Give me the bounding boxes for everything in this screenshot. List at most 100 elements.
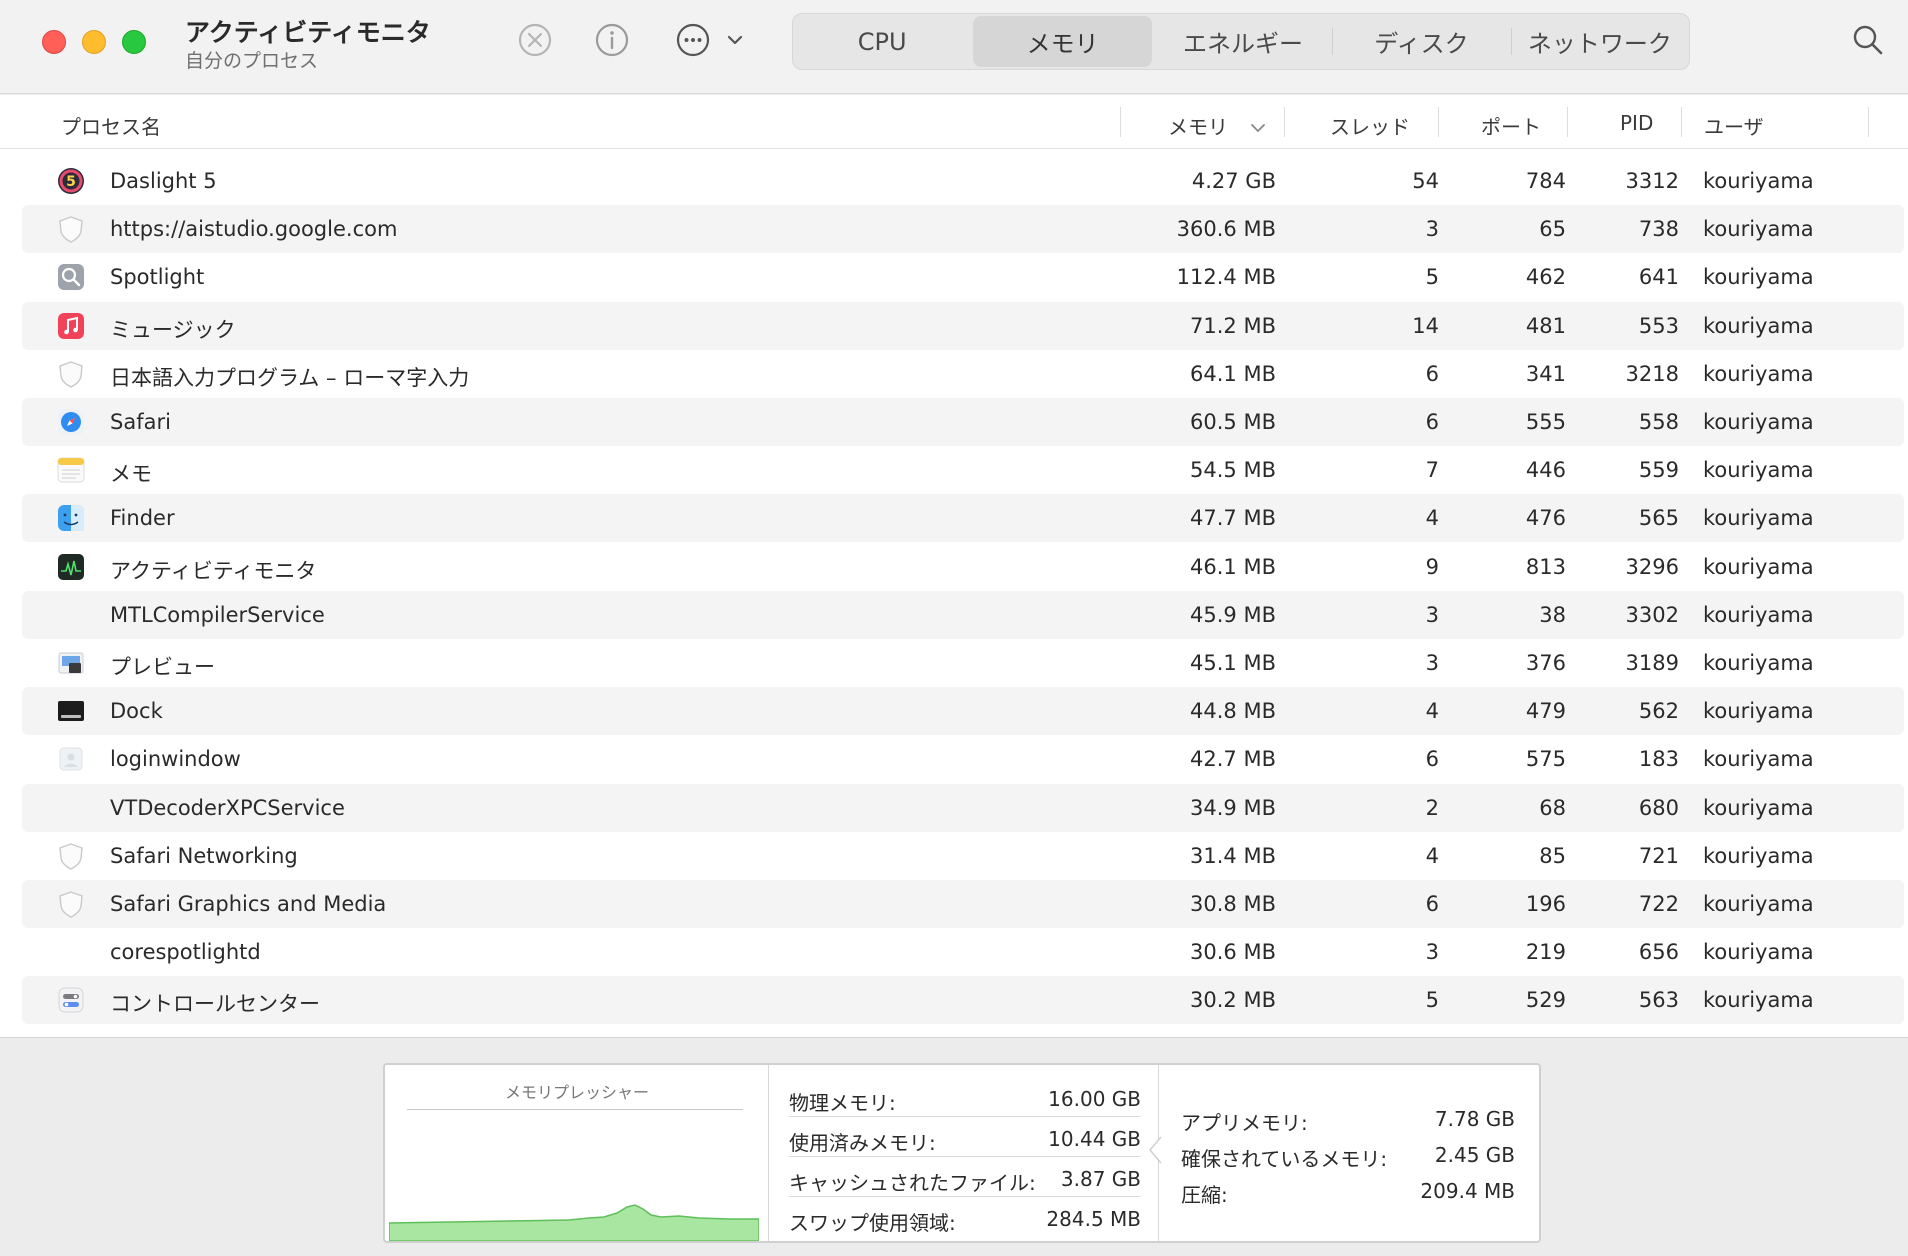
process-name: 日本語入力プログラム – ローマ字入力 [110, 365, 470, 390]
user-value: kouriyama [1703, 651, 1814, 675]
table-row[interactable]: Safari Networking 31.4 MB 4 85 721 kouriyama [22, 832, 1904, 880]
tab-disk[interactable]: ディスク [1332, 14, 1510, 69]
user-value: kouriyama [1703, 892, 1814, 916]
user-value: kouriyama [1703, 747, 1814, 772]
table-row[interactable]: コントロールセンター 30.2 MB 5 529 563 kouriyama [22, 976, 1904, 1025]
graph-divider [407, 1109, 743, 1110]
search-icon[interactable] [1848, 20, 1888, 60]
table-row[interactable]: プレビュー 45.1 MB 3 376 3189 kouriyama [22, 639, 1904, 687]
table-row[interactable]: アクティビティモニタ 46.1 MB 9 813 3296 kouriyama [22, 543, 1904, 591]
column-divider[interactable] [1681, 107, 1682, 137]
user-value: kouriyama [1703, 988, 1814, 1013]
pid-value: 3218 [1625, 361, 1679, 386]
ports-value: 575 [1525, 747, 1566, 772]
process-name: Safari Networking [110, 843, 298, 868]
process-name: Dock [110, 699, 163, 724]
process-name: メモ [110, 462, 152, 487]
zoom-window-button[interactable] [122, 30, 146, 54]
stop-process-icon[interactable] [515, 20, 555, 60]
column-divider[interactable] [1284, 107, 1285, 137]
close-window-button[interactable] [42, 30, 66, 54]
threads-value: 3 [1425, 940, 1439, 965]
blank-icon [56, 937, 86, 967]
table-row[interactable]: MTLCompilerService 45.9 MB 3 38 3302 kouriyam… [22, 590, 1904, 639]
column-header-ports[interactable]: ポート [1481, 111, 1541, 140]
column-divider[interactable] [1120, 107, 1121, 137]
user-value: kouriyama [1703, 313, 1814, 338]
memory-summary-area: メモリプレッシャー 物理メモリ: 16.00 GB 使用済みメモリ: 10.44… [0, 1037, 1908, 1256]
memory-value: 30.2 MB [1190, 988, 1276, 1013]
table-row[interactable]: Safari Graphics and Media 30.8 MB 6 196 722 k… [22, 880, 1904, 928]
threads-value: 7 [1425, 458, 1439, 483]
threads-value: 4 [1425, 843, 1439, 868]
column-divider[interactable] [1868, 107, 1869, 137]
pid-value: 641 [1638, 265, 1679, 290]
memory-value: 42.7 MB [1190, 747, 1276, 772]
spotlight-icon [56, 262, 86, 292]
control-center-icon [56, 985, 86, 1015]
tab-memory[interactable]: メモリ [973, 16, 1152, 67]
memory-pressure-graph: メモリプレッシャー [385, 1065, 769, 1241]
minimize-window-button[interactable] [82, 30, 106, 54]
user-value: kouriyama [1703, 843, 1814, 868]
table-row[interactable]: ミュージック 71.2 MB 14 481 553 kouriyama [22, 301, 1904, 350]
threads-value: 2 [1425, 795, 1439, 820]
process-name: Safari Graphics and Media [110, 892, 387, 916]
stat-swap-used: スワップ使用領域: 284.5 MB [789, 1207, 1141, 1235]
table-row[interactable]: 5 Daslight 5 4.27 GB 54 784 3312 kouriyama [22, 157, 1904, 205]
column-header-pid[interactable]: PID [1620, 111, 1653, 135]
memory-value: 71.2 MB [1190, 313, 1276, 338]
dock-icon [56, 696, 86, 726]
column-divider[interactable] [1567, 107, 1568, 137]
threads-value: 9 [1425, 554, 1439, 579]
tab-network[interactable]: ネットワーク [1510, 14, 1689, 69]
column-header-memory[interactable]: メモリ [1168, 111, 1228, 140]
memory-value: 46.1 MB [1190, 554, 1276, 579]
info-icon[interactable] [592, 20, 632, 60]
ports-value: 476 [1525, 506, 1566, 531]
pid-value: 553 [1638, 313, 1679, 338]
memory-value: 60.5 MB [1190, 410, 1276, 434]
column-header-threads[interactable]: スレッド [1330, 111, 1410, 140]
user-value: kouriyama [1703, 169, 1814, 193]
tab-energy[interactable]: エネルギー [1154, 14, 1332, 69]
tab-cpu[interactable]: CPU [793, 14, 971, 69]
table-row[interactable]: Safari 60.5 MB 6 555 558 kouriyama [22, 398, 1904, 446]
column-header-name[interactable]: プロセス名 [61, 111, 161, 140]
ports-value: 529 [1525, 988, 1566, 1013]
pid-value: 3302 [1625, 602, 1679, 627]
threads-value: 6 [1425, 361, 1439, 386]
memory-value: 112.4 MB [1176, 265, 1276, 290]
process-name: Finder [110, 506, 175, 531]
table-row[interactable]: loginwindow 42.7 MB 6 575 183 kouriyama [22, 735, 1904, 783]
table-row[interactable]: Spotlight 112.4 MB 5 462 641 kouriyama [22, 253, 1904, 301]
table-row[interactable]: https://aistudio.google.com 360.6 MB 3 65 73… [22, 205, 1904, 254]
user-value: kouriyama [1703, 458, 1814, 483]
ports-value: 479 [1525, 699, 1566, 724]
table-row[interactable]: Finder 47.7 MB 4 476 565 kouriyama [22, 494, 1904, 543]
column-header-user[interactable]: ユーザ [1704, 111, 1764, 140]
threads-value: 4 [1425, 506, 1439, 531]
user-value: kouriyama [1703, 265, 1814, 290]
table-row[interactable]: メモ 54.5 MB 7 446 559 kouriyama [22, 446, 1904, 494]
column-divider[interactable] [1438, 107, 1439, 137]
table-row[interactable]: 日本語入力プログラム – ローマ字入力 64.1 MB 6 341 3218 kouriy… [22, 350, 1904, 398]
window-title: アクティビティモニタ [185, 18, 431, 47]
threads-value: 3 [1425, 651, 1439, 675]
preview-icon [56, 648, 86, 678]
table-row[interactable]: Dock 44.8 MB 4 479 562 kouriyama [22, 687, 1904, 736]
table-row[interactable]: VTDecoderXPCService 34.9 MB 2 68 680 kouriyam… [22, 783, 1904, 832]
more-actions-icon[interactable] [673, 20, 713, 60]
blank-icon [56, 793, 86, 823]
stat-used-memory: 使用済みメモリ: 10.44 GB [789, 1117, 1141, 1157]
chevron-down-icon[interactable] [715, 20, 755, 60]
pid-value: 558 [1638, 410, 1679, 434]
table-row[interactable]: corespotlightd 30.6 MB 3 219 656 kouriyama [22, 928, 1904, 976]
threads-value: 3 [1425, 602, 1439, 627]
threads-value: 5 [1425, 265, 1439, 290]
threads-value: 6 [1425, 892, 1439, 916]
shield-icon [56, 841, 86, 871]
memory-value: 54.5 MB [1190, 458, 1276, 483]
pid-value: 738 [1638, 217, 1679, 242]
ports-value: 65 [1539, 217, 1566, 242]
